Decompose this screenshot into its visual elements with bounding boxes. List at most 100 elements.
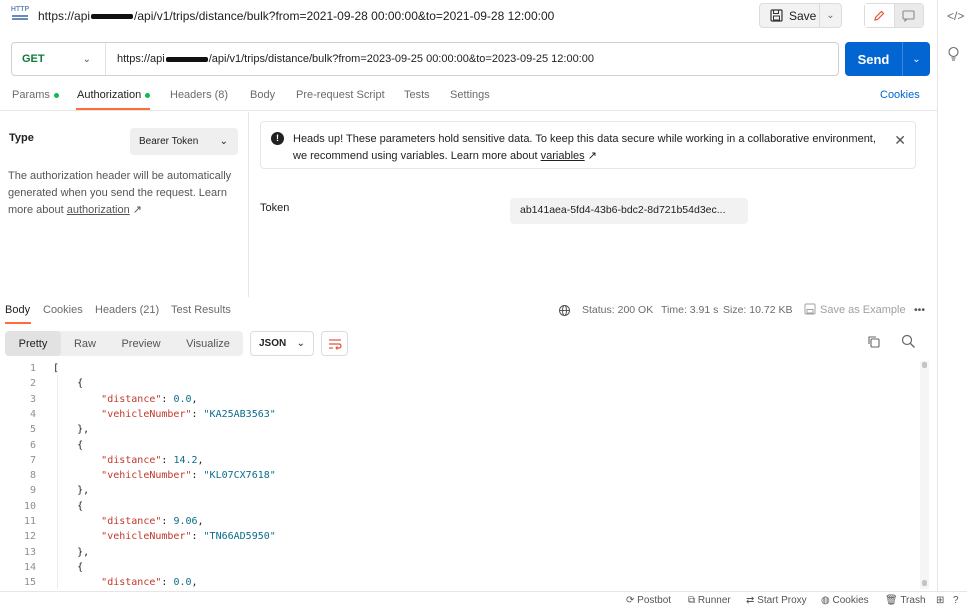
code-text: },: [53, 545, 89, 560]
line-number: 9: [29, 485, 36, 497]
edit-button[interactable]: [865, 4, 895, 27]
more-options-icon[interactable]: •••: [914, 304, 925, 316]
json-value: 0.0: [173, 393, 192, 405]
wrap-lines-icon: [328, 338, 342, 350]
authorization-link[interactable]: authorization: [67, 204, 130, 216]
auth-type-select[interactable]: Bearer Token ⌄: [130, 128, 238, 155]
view-pretty[interactable]: Pretty: [5, 331, 61, 356]
cookie-icon: ◍: [821, 595, 830, 606]
url-input[interactable]: https://api/api/v1/trips/distance/bulk?f…: [106, 53, 594, 65]
trash-button[interactable]: 🗑 Trash: [885, 595, 926, 606]
code-line: 13 },: [0, 545, 920, 560]
right-sidebar: </>: [937, 0, 967, 609]
scroll-up-arrow[interactable]: [922, 362, 927, 368]
tab-pre-request-script[interactable]: Pre-request Script: [296, 89, 385, 101]
code-line: 7 "distance": 14.2,: [0, 453, 920, 468]
response-tabs: Body Cookies Headers (21) Test Results S…: [0, 298, 937, 324]
line-number: 6: [29, 439, 36, 451]
tab-authorization[interactable]: Authorization: [77, 89, 151, 101]
tab-test-results[interactable]: Test Results: [171, 304, 231, 316]
tab-tests[interactable]: Tests: [404, 89, 430, 101]
view-preview[interactable]: Preview: [113, 331, 169, 356]
save-button-group: Save ⌄: [759, 3, 842, 28]
chevron-down-icon: ⌄: [82, 53, 91, 65]
tab-response-headers[interactable]: Headers (21): [95, 304, 159, 316]
request-title[interactable]: https://api/api/v1/trips/distance/bulk?f…: [38, 9, 554, 23]
code-punctuation: {: [53, 500, 84, 512]
code-line: 1[: [0, 361, 920, 376]
send-label: Send: [857, 51, 890, 67]
help-icon[interactable]: ?: [953, 595, 959, 606]
request-url-bar: GET ⌄ https://api/api/v1/trips/distance/…: [11, 42, 839, 76]
save-button[interactable]: Save: [760, 4, 820, 27]
json-value: 14.2: [173, 454, 198, 466]
code-text: "vehicleNumber": "KA25AB3563": [101, 408, 276, 420]
runner-icon: ⧉: [688, 595, 696, 606]
response-size[interactable]: Size: 10.72 KB: [723, 304, 792, 316]
save-example-label: Save as Example: [820, 304, 906, 316]
save-options-button[interactable]: ⌄: [820, 10, 841, 21]
send-options-button[interactable]: ⌄: [903, 42, 930, 76]
tab-headers[interactable]: Headers (8): [170, 89, 228, 101]
save-as-example-button[interactable]: Save as Example: [804, 303, 906, 316]
comment-button[interactable]: [894, 4, 923, 27]
start-proxy-button[interactable]: ⇄ Start Proxy: [746, 595, 807, 606]
json-value: "TN66AD5950": [203, 531, 276, 543]
line-number: 11: [23, 516, 36, 527]
code-text: {: [53, 560, 83, 575]
tab-settings[interactable]: Settings: [450, 89, 490, 101]
format-select[interactable]: JSON ⌄: [250, 331, 314, 356]
copy-icon[interactable]: [867, 335, 881, 352]
json-value: 9.06: [173, 516, 198, 527]
sensitive-data-alert: ! Heads up! These parameters hold sensit…: [260, 121, 916, 169]
line-number: 13: [23, 546, 36, 558]
json-key: "distance": [101, 393, 162, 405]
auth-type-value: Bearer Token: [139, 136, 199, 147]
code-punctuation: {: [53, 378, 84, 390]
response-body-code[interactable]: 1[2 {3 "distance": 0.0, 4 "vehicleNumber"…: [0, 361, 937, 589]
close-icon[interactable]: ✕: [894, 132, 906, 149]
status-dot: [145, 92, 151, 98]
line-number: 1: [29, 363, 36, 374]
tab-response-cookies[interactable]: Cookies: [43, 304, 83, 316]
code-punctuation: {: [53, 439, 84, 451]
status-code[interactable]: Status: 200 OK: [582, 304, 653, 316]
chevron-down-icon: ⌄: [219, 136, 228, 147]
json-value: 0.0: [173, 577, 192, 589]
view-visualize[interactable]: Visualize: [177, 331, 239, 356]
active-tab-indicator: [5, 322, 31, 324]
vertical-scrollbar[interactable]: [920, 361, 929, 589]
send-button[interactable]: Send: [845, 42, 903, 76]
line-number: 5: [29, 424, 36, 436]
runner-button[interactable]: ⧉ Runner: [688, 595, 731, 606]
save-label: Save: [789, 8, 817, 23]
code-icon[interactable]: </>: [947, 9, 964, 23]
response-time[interactable]: Time: 3.91 s: [661, 304, 718, 316]
auth-config-panel: ! Heads up! These parameters hold sensit…: [250, 112, 937, 297]
globe-icon[interactable]: [558, 304, 571, 320]
cookies-link[interactable]: Cookies: [880, 89, 920, 101]
code-line: 14 {: [0, 560, 920, 575]
cookies-button[interactable]: ◍ Cookies: [821, 595, 869, 606]
lightbulb-icon[interactable]: [947, 46, 960, 64]
tab-params[interactable]: Params: [12, 89, 59, 101]
view-raw[interactable]: Raw: [63, 331, 107, 356]
alert-message: Heads up! These parameters hold sensitiv…: [293, 131, 893, 165]
active-tab-indicator: [76, 108, 150, 110]
external-link-icon: ↗: [129, 204, 142, 216]
layout-icon[interactable]: ⊞: [936, 595, 944, 606]
tab-body[interactable]: Body: [250, 89, 275, 101]
wrap-lines-button[interactable]: [321, 331, 348, 356]
token-input[interactable]: ab141aea-5fd4-43b6-bdc2-8d721b54d3ec...: [510, 198, 748, 224]
method-select[interactable]: GET ⌄: [12, 43, 106, 75]
postbot-button[interactable]: ⟳ Postbot: [626, 595, 671, 606]
variables-link[interactable]: variables: [541, 150, 585, 162]
code-line: 2 {: [0, 376, 920, 391]
send-button-group: Send ⌄: [845, 42, 930, 76]
search-icon[interactable]: [901, 334, 916, 352]
http-icon-label: HTTP: [10, 6, 30, 13]
tab-response-body[interactable]: Body: [5, 304, 30, 316]
external-link-icon: ↗: [584, 150, 597, 162]
line-number: 2: [29, 378, 36, 390]
scroll-down-arrow[interactable]: [922, 580, 927, 586]
